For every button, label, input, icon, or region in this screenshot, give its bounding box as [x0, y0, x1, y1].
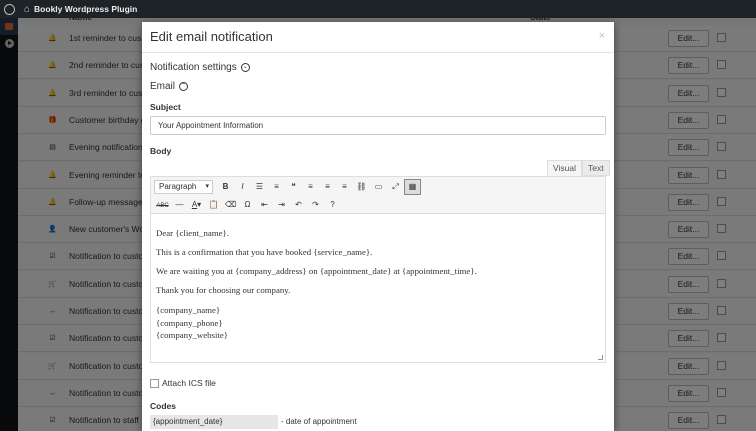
attach-ics-checkbox[interactable]	[150, 378, 159, 388]
indent-button[interactable]: ⇥	[273, 197, 290, 213]
help-icon[interactable]: ?	[324, 197, 341, 213]
signature-line: {company_phone}	[156, 317, 223, 328]
read-more-button[interactable]: ▭	[370, 179, 387, 195]
chevron-down-icon: ⌄	[240, 63, 250, 72]
strikethrough-button[interactable]: ABC	[154, 197, 171, 213]
chevron-up-icon: ⌃	[179, 82, 189, 91]
resize-handle[interactable]	[598, 355, 603, 360]
site-name[interactable]: Bookly Wordpress Plugin	[34, 4, 137, 14]
tab-text[interactable]: Text	[582, 160, 610, 176]
text-color-button[interactable]: A▾	[188, 197, 205, 213]
close-icon[interactable]: ×	[599, 30, 605, 42]
editor-content[interactable]: Dear {client_name}. This is a confirmati…	[151, 214, 605, 342]
blockquote-button[interactable]: ❝	[285, 179, 302, 195]
email-section-label: Email	[150, 81, 176, 92]
special-character-button[interactable]: Ω	[239, 197, 256, 213]
attach-ics-label: Attach ICS file	[162, 378, 216, 388]
modal-header: Edit email notification ×	[142, 22, 614, 53]
wordpress-icon[interactable]	[0, 0, 18, 18]
horizontal-line-button[interactable]: —	[171, 197, 188, 213]
body-paragraph: Thank you for choosing our company.	[156, 285, 291, 295]
body-editor[interactable]: Paragraph B I ☰ ≡ ❝ ≡ ≡ ≡ ⛓ ▭ ⤢ ▦ ABC — …	[150, 176, 606, 363]
tab-visual[interactable]: Visual	[547, 160, 582, 176]
format-select[interactable]: Paragraph	[154, 180, 213, 194]
editor-tabs: Visual Text	[547, 160, 610, 176]
paste-text-button[interactable]: 📋	[205, 197, 222, 213]
editor-toolbar: Paragraph B I ☰ ≡ ❝ ≡ ≡ ≡ ⛓ ▭ ⤢ ▦ ABC — …	[151, 177, 605, 214]
code-key: {appointment_date}	[150, 415, 278, 429]
codes-label: Codes	[150, 401, 176, 411]
redo-button[interactable]: ↷	[307, 197, 324, 213]
bullet-list-button[interactable]: ☰	[251, 179, 268, 195]
subject-input[interactable]: Your Appointment Information	[150, 116, 606, 135]
numbered-list-button[interactable]: ≡	[268, 179, 285, 195]
signature-line: {company_name}	[156, 305, 221, 315]
italic-button[interactable]: I	[234, 179, 251, 195]
fullscreen-button[interactable]: ⤢	[387, 179, 404, 195]
attach-ics-option[interactable]: Attach ICS file	[150, 378, 216, 388]
modal-title: Edit email notification	[150, 29, 273, 44]
signature-line: {company_website}	[156, 330, 228, 340]
clear-formatting-button[interactable]: ⌫	[222, 197, 239, 213]
align-center-button[interactable]: ≡	[319, 179, 336, 195]
body-paragraph: We are waiting you at {company_address} …	[156, 266, 477, 276]
email-section-toggle[interactable]: Email ⌃	[150, 81, 189, 92]
subject-label: Subject	[150, 102, 181, 112]
bold-button[interactable]: B	[217, 179, 234, 195]
toolbar-toggle-button[interactable]: ▦	[404, 179, 421, 195]
notification-settings-label: Notification settings	[150, 62, 237, 73]
align-left-button[interactable]: ≡	[302, 179, 319, 195]
code-row: {appointment_date} - date of appointment	[150, 415, 357, 429]
link-button[interactable]: ⛓	[353, 179, 370, 195]
body-label: Body	[150, 146, 172, 156]
code-description: - date of appointment	[281, 417, 357, 426]
align-right-button[interactable]: ≡	[336, 179, 353, 195]
admin-bar: ⌂ Bookly Wordpress Plugin	[0, 0, 756, 18]
home-icon[interactable]: ⌂	[24, 4, 30, 15]
edit-notification-modal: Edit email notification × Notification s…	[142, 22, 614, 431]
body-paragraph: Dear {client_name}.	[156, 228, 229, 238]
outdent-button[interactable]: ⇤	[256, 197, 273, 213]
signature-block: {company_name} {company_phone} {company_…	[156, 304, 600, 342]
undo-button[interactable]: ↶	[290, 197, 307, 213]
body-paragraph: This is a confirmation that you have boo…	[156, 247, 373, 257]
notification-settings-toggle[interactable]: Notification settings ⌄	[150, 62, 250, 73]
